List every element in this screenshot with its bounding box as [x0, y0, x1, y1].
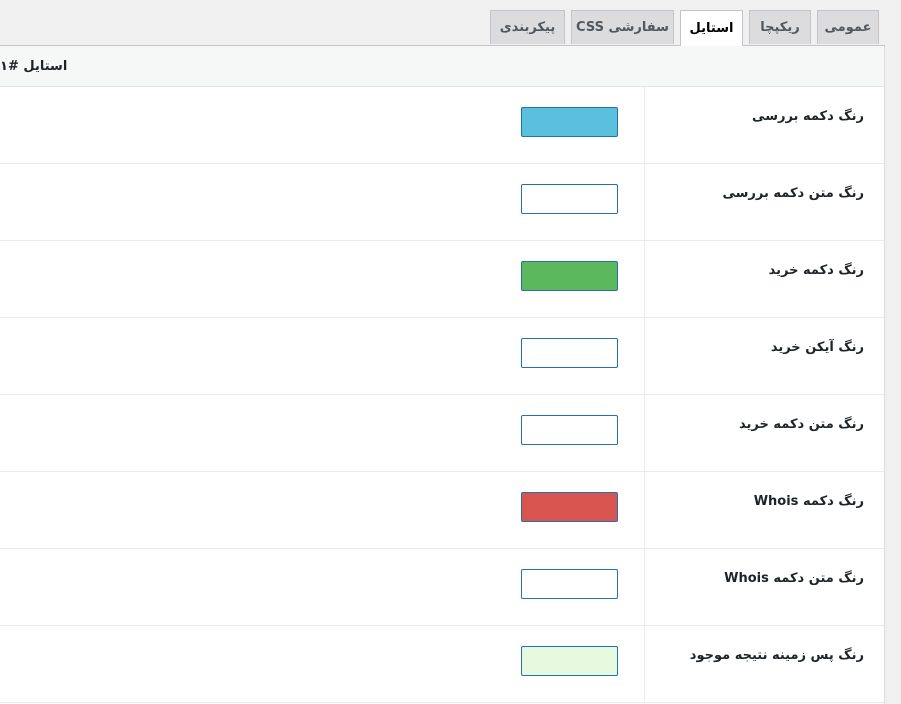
color-picker-swatch[interactable] — [521, 492, 618, 522]
setting-row-whois-button-color: رنگ دکمه Whois — [0, 472, 884, 549]
setting-row-whois-button-text-color: رنگ متن دکمه Whois — [0, 549, 884, 626]
setting-label: رنگ متن دکمه خرید — [739, 417, 864, 432]
setting-row-buy-icon-color: رنگ آیکن خرید — [0, 318, 884, 395]
row-divider — [644, 87, 645, 163]
color-picker-swatch[interactable] — [521, 569, 618, 599]
tab-configuration[interactable]: پیکربندی — [490, 10, 565, 44]
setting-label: رنگ دکمه Whois — [753, 494, 864, 509]
setting-label: رنگ دکمه خرید — [768, 263, 864, 278]
style-settings-panel: استایل #۱ رنگ دکمه بررسی رنگ متن دکمه بر… — [0, 46, 885, 704]
color-picker-swatch[interactable] — [521, 261, 618, 291]
color-picker-swatch[interactable] — [521, 338, 618, 368]
setting-label: رنگ دکمه بررسی — [752, 109, 864, 124]
color-picker-swatch[interactable] — [521, 646, 618, 676]
setting-row-available-result-bg-color: رنگ پس زمینه نتیجه موجود — [0, 626, 884, 703]
setting-label: رنگ آیکن خرید — [770, 340, 864, 355]
setting-row-buy-button-color: رنگ دکمه خرید — [0, 241, 884, 318]
color-picker-swatch[interactable] — [521, 107, 618, 137]
row-divider — [644, 472, 645, 548]
tab-general[interactable]: عمومی — [817, 10, 879, 44]
color-picker-swatch[interactable] — [521, 184, 618, 214]
section-title: استایل #۱ — [0, 58, 68, 74]
row-divider — [644, 241, 645, 317]
row-divider — [644, 395, 645, 471]
tab-custom-css[interactable]: CSS سفارشی — [571, 10, 674, 44]
setting-row-buy-button-text-color: رنگ متن دکمه خرید — [0, 395, 884, 472]
setting-label: رنگ پس زمینه نتیجه موجود — [689, 648, 864, 663]
row-divider — [644, 164, 645, 240]
tab-style[interactable]: استایل — [680, 10, 743, 46]
setting-label: رنگ متن دکمه بررسی — [722, 186, 864, 201]
row-divider — [644, 549, 645, 625]
row-divider — [644, 318, 645, 394]
row-divider — [644, 626, 645, 702]
color-picker-swatch[interactable] — [521, 415, 618, 445]
setting-row-check-button-text-color: رنگ متن دکمه بررسی — [0, 164, 884, 241]
settings-tabs: عمومی ریکپچا استایل CSS سفارشی پیکربندی — [0, 0, 901, 46]
tab-recaptcha[interactable]: ریکپچا — [749, 10, 811, 44]
setting-row-check-button-color: رنگ دکمه بررسی — [0, 87, 884, 164]
setting-label: رنگ متن دکمه Whois — [724, 571, 864, 586]
page-scroll-edge — [885, 46, 901, 704]
section-header: استایل #۱ — [0, 46, 884, 87]
